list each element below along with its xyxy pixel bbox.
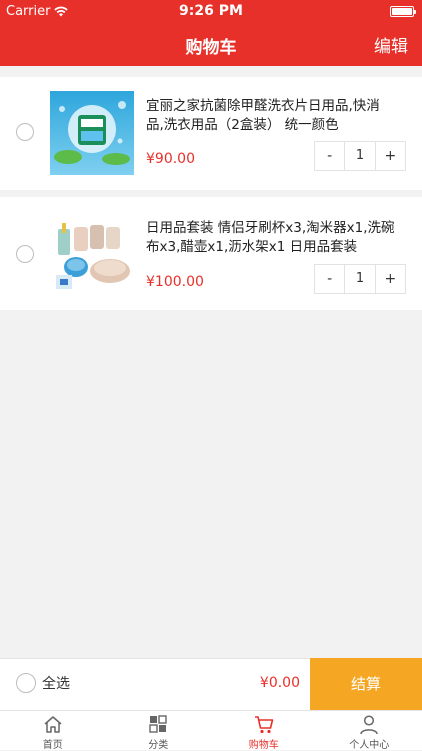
quantity-stepper: - 1 + (314, 141, 406, 171)
tab-home[interactable]: 首页 (0, 711, 106, 750)
select-all-checkbox[interactable] (16, 673, 36, 693)
product-price: ¥100.00 (146, 274, 204, 290)
checkout-bar: 全选 ¥0.00 结算 (0, 658, 422, 710)
tab-bar: 首页 分类 购物车 个人中心 (0, 710, 422, 750)
item-select-checkbox[interactable] (16, 123, 34, 141)
navigation-bar: Carrier 9:26 PM 购物车 编辑 (0, 0, 422, 66)
quantity-value: 1 (344, 142, 375, 170)
decrease-quantity-button[interactable]: - (315, 265, 344, 293)
product-title[interactable]: 宜丽之家抗菌除甲醛洗衣片日用品,快消品,洗衣用品（2盒装） 统一颜色 (146, 97, 396, 135)
tab-category[interactable]: 分类 (106, 711, 212, 750)
product-image[interactable] (50, 215, 134, 299)
increase-quantity-button[interactable]: + (376, 265, 405, 293)
tab-label: 购物车 (249, 736, 279, 751)
tab-label: 分类 (148, 736, 168, 751)
select-all-toggle[interactable]: 全选 (16, 673, 70, 693)
checkout-button[interactable]: 结算 (310, 658, 422, 710)
cart-item: 日用品套装 情侣牙刷杯x3,淘米器x1,洗碗布x3,醋壶x1,沥水架x1 日用品… (0, 197, 422, 310)
total-price: ¥0.00 (260, 675, 300, 691)
edit-button[interactable]: 编辑 (374, 32, 408, 57)
product-image[interactable] (50, 91, 134, 175)
tab-profile[interactable]: 个人中心 (317, 711, 422, 750)
item-select-checkbox[interactable] (16, 245, 34, 263)
page-title: 购物车 (0, 33, 422, 58)
tab-label: 首页 (43, 736, 63, 751)
battery-icon (390, 6, 414, 17)
home-icon (42, 714, 64, 735)
quantity-stepper: - 1 + (314, 264, 406, 294)
product-price: ¥90.00 (146, 151, 195, 167)
cart-item: 宜丽之家抗菌除甲醛洗衣片日用品,快消品,洗衣用品（2盒装） 统一颜色 ¥90.0… (0, 77, 422, 190)
tab-label: 个人中心 (349, 736, 389, 751)
decrease-quantity-button[interactable]: - (315, 142, 344, 170)
status-time: 9:26 PM (0, 3, 422, 19)
increase-quantity-button[interactable]: + (376, 142, 405, 170)
product-title[interactable]: 日用品套装 情侣牙刷杯x3,淘米器x1,洗碗布x3,醋壶x1,沥水架x1 日用品… (146, 219, 396, 257)
tab-cart[interactable]: 购物车 (211, 711, 317, 750)
status-bar: Carrier 9:26 PM (0, 0, 422, 22)
quantity-value: 1 (344, 265, 375, 293)
person-icon (358, 714, 380, 735)
cart-icon (253, 714, 275, 735)
select-all-label: 全选 (42, 673, 70, 693)
category-grid-icon (147, 714, 169, 735)
